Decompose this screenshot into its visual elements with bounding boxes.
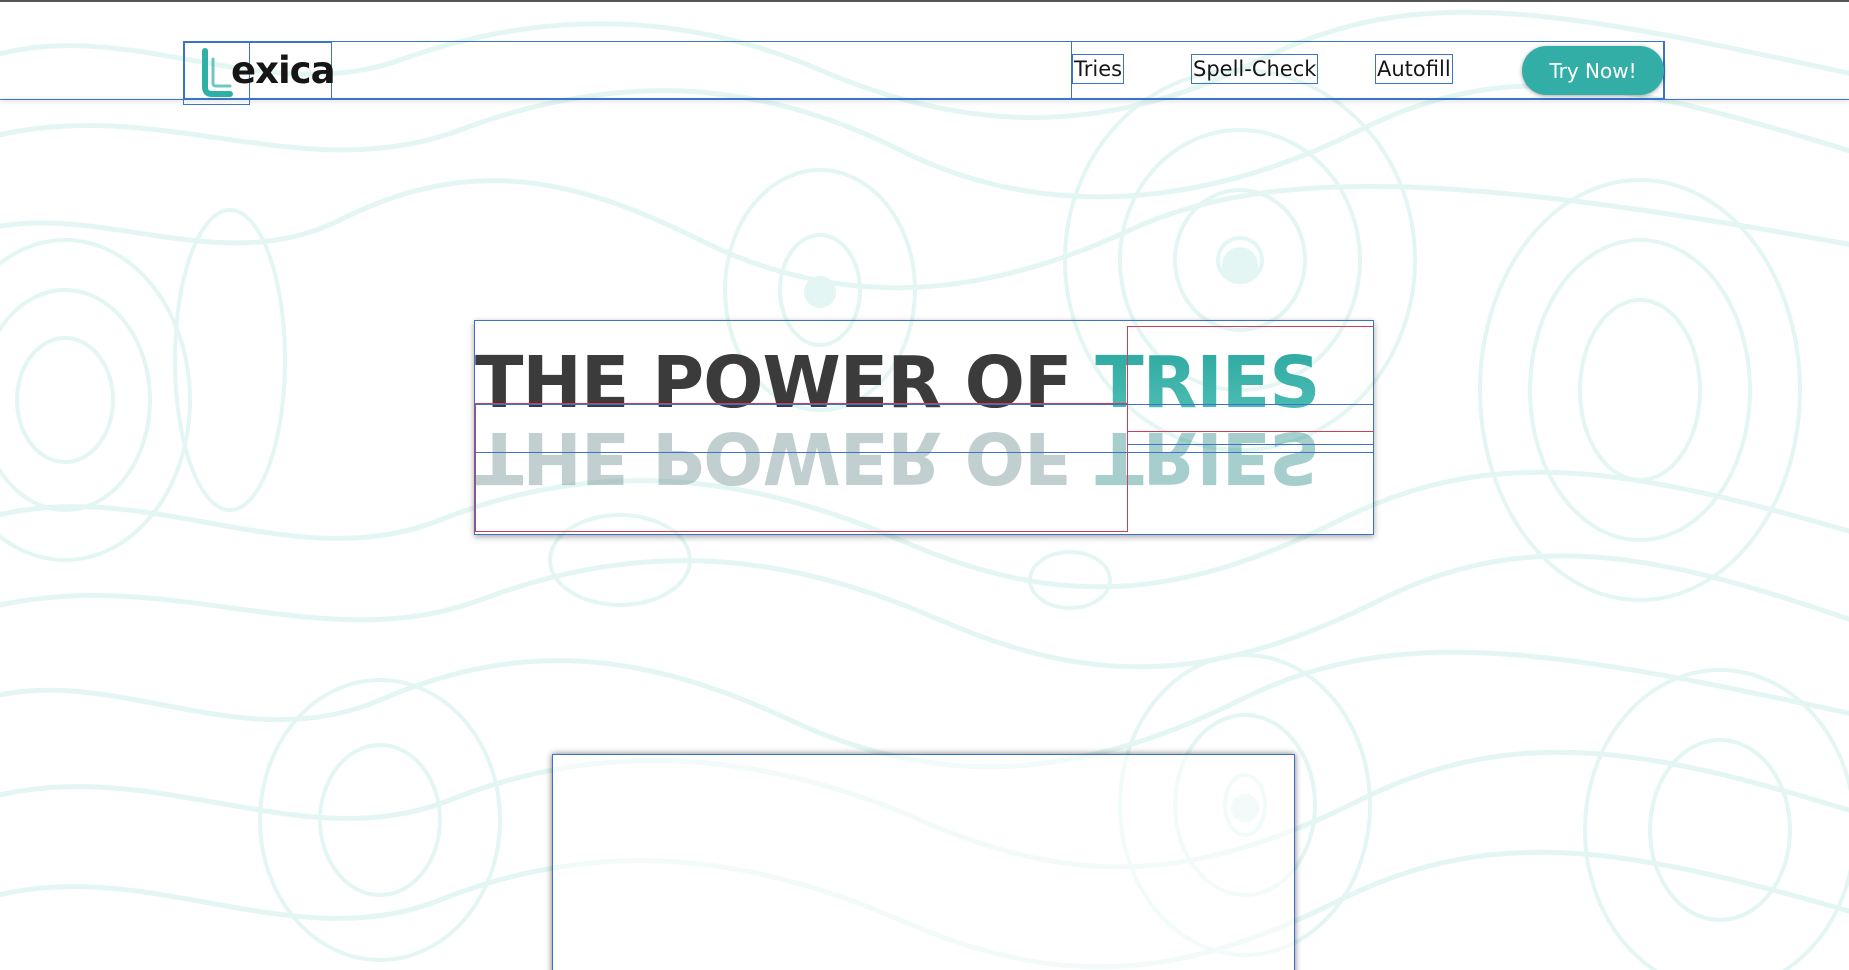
nav-link-tries[interactable]: Tries (1072, 54, 1125, 84)
page: exica Tries Spell-Check Autofill Try Now… (0, 0, 1849, 970)
highlight-inner-outline (1128, 325, 1373, 445)
brand-name: exica (231, 49, 336, 92)
try-now-button[interactable]: Try Now! (1522, 46, 1664, 95)
content-panel (552, 754, 1295, 970)
top-border (0, 0, 1849, 2)
nav-link-autofill[interactable]: Autofill (1375, 54, 1453, 84)
brand-logo[interactable]: exica (183, 41, 336, 105)
nav-link-spell-check[interactable]: Spell-Check (1191, 54, 1319, 84)
navbar: exica Tries Spell-Check Autofill (183, 41, 1665, 105)
hero-title-block: THE POWER OF TRIES THE POWER OF TRIES (474, 320, 1374, 535)
reflection-outline (475, 403, 1128, 532)
